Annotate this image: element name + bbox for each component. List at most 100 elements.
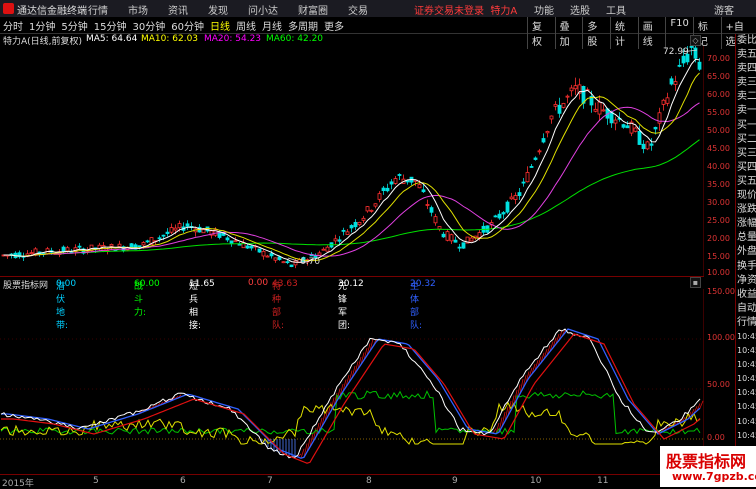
candle (565, 94, 570, 104)
candle (645, 140, 650, 151)
tab-monthly[interactable]: 月线 (262, 18, 282, 33)
time-axis-label: 11 (597, 476, 609, 486)
candle (345, 229, 350, 235)
quote-panel-label: 行情 (737, 316, 756, 328)
period-tabs: 分时 1分钟 5分钟 15分钟 30分钟 60分钟 日线 周线 月线 多周期 更… (3, 18, 344, 33)
candle (625, 121, 630, 129)
candle (381, 186, 386, 195)
candle (397, 173, 402, 181)
candle (553, 101, 558, 111)
candle (341, 227, 346, 236)
candle (165, 228, 170, 237)
candle (525, 166, 530, 183)
menu-wealth[interactable]: 财富圈 (298, 2, 328, 17)
tab-weekly[interactable]: 周线 (236, 18, 256, 33)
zoom-in-icon[interactable]: ◇ (690, 35, 701, 46)
candle (621, 123, 626, 129)
ma5-value: MA5: 64.64 (86, 34, 138, 44)
candle (529, 163, 534, 168)
expand-icon[interactable]: ▪ (690, 277, 701, 288)
time-axis-label: 2015年 (2, 479, 34, 489)
candle (641, 140, 646, 154)
indicator-axis-label: 100.00 (707, 333, 735, 342)
candle (169, 223, 174, 235)
menu-trade[interactable]: 交易 (348, 2, 368, 17)
candle (325, 245, 330, 252)
quote-panel-label: 卖五 (737, 49, 756, 61)
tab-daily[interactable]: 日线 (210, 18, 230, 33)
quote-panel-label: 10:45 (737, 360, 756, 370)
candle (669, 76, 674, 86)
candle (389, 179, 394, 190)
tab-5min[interactable]: 5分钟 (61, 18, 87, 33)
quote-panel-label: 外盘 (737, 246, 756, 258)
candle (577, 78, 582, 100)
quote-panel-label: 买四 (737, 161, 756, 173)
candlestick-chart[interactable]: 72.99 6.70 (0, 46, 704, 276)
menu-news[interactable]: 资讯 (168, 2, 188, 17)
candle (289, 264, 294, 268)
price-axis: 70.00 65.00 60.00 55.00 50.00 45.00 40.0… (705, 46, 735, 277)
candle (333, 234, 338, 245)
price-axis-label: 55.00 (707, 108, 730, 117)
quote-panel-label: 收益 (737, 288, 756, 300)
candle (365, 206, 370, 213)
tab-more[interactable]: 更多 (324, 18, 344, 33)
candle (545, 130, 550, 138)
tab-multi-period[interactable]: 多周期 (288, 18, 318, 33)
candle (513, 192, 518, 205)
menu-ask[interactable]: 问小达 (248, 2, 278, 17)
tab-30min[interactable]: 30分钟 (132, 18, 165, 33)
quote-panel-label: 卖一 (737, 105, 756, 117)
candle (633, 126, 638, 133)
tab-60min[interactable]: 60分钟 (171, 18, 204, 33)
quote-panel-label: 涨幅 (737, 218, 756, 230)
menu-market[interactable]: 市场 (128, 2, 148, 17)
candle (249, 245, 254, 251)
candle (537, 148, 542, 155)
price-axis-label: 65.00 (707, 72, 730, 81)
candle (157, 235, 162, 243)
candle (677, 58, 682, 68)
tab-timeshare[interactable]: 分时 (3, 18, 23, 33)
menu-tools[interactable]: 工具 (606, 2, 626, 17)
candle (189, 222, 194, 231)
ma-info-bar: 特力A(日线,前复权) MA5: 64.64 MA10: 62.03 MA20:… (0, 34, 756, 47)
trade-login-notice[interactable]: 证券交易未登录 特力A (414, 2, 517, 17)
quote-panel-label: 现价 (737, 190, 756, 202)
tab-1min[interactable]: 1分钟 (29, 18, 55, 33)
candle (117, 240, 122, 248)
quote-panel-label: 卖二 (737, 91, 756, 103)
candle (369, 209, 374, 213)
quote-panel-label: 买二 (737, 133, 756, 145)
candle (409, 176, 414, 186)
indicator-chart[interactable] (0, 289, 704, 474)
candle (13, 251, 18, 259)
candle (481, 222, 486, 236)
candle (665, 92, 670, 107)
quote-panel-label: 买五 (737, 175, 756, 187)
menu-function[interactable]: 功能 (534, 2, 554, 17)
app-name: 通达信金融终端 (17, 6, 87, 17)
candle (449, 233, 454, 245)
function-menu: 功能 选股 工具 (534, 2, 626, 17)
candle (597, 95, 602, 121)
candle (317, 250, 322, 256)
quote-panel-label: 卖三 (737, 77, 756, 89)
quote-panel-label: 买三 (737, 147, 756, 159)
price-axis-label: 30.00 (707, 198, 730, 207)
menu-quotes[interactable]: 行情 (88, 2, 108, 17)
tab-15min[interactable]: 15分钟 (94, 18, 127, 33)
indicator-info-bar: 股票指标网 潜伏地带: 0.00 战斗力: 60.00 短兵相接: 11.65 … (0, 276, 704, 331)
guest-label[interactable]: 游客 (714, 2, 734, 17)
candle (501, 210, 506, 219)
histogram-bar (699, 400, 704, 409)
candle (441, 231, 446, 238)
watermark-logo: 股票指标网 www.7gpzb.com (660, 446, 756, 487)
menu-discover[interactable]: 发现 (208, 2, 228, 17)
candle (61, 245, 66, 255)
quote-panel-label: 10:45 (737, 416, 756, 426)
time-axis-label: 5 (93, 476, 99, 486)
ma60-line (3, 139, 700, 257)
menu-stock-select[interactable]: 选股 (570, 2, 590, 17)
